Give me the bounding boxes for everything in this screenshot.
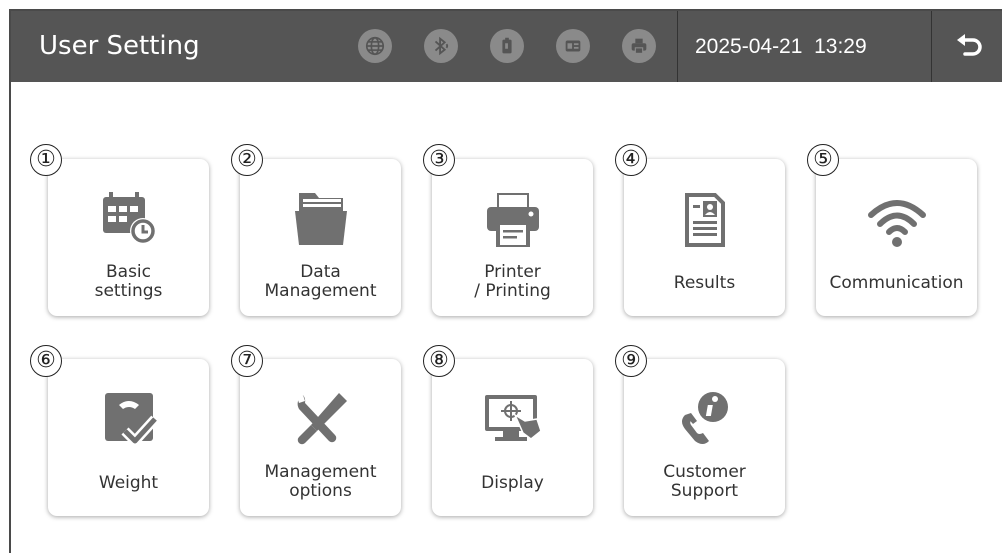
tile-number: ⑤ [807,144,839,176]
tile-number: ⑧ [423,345,455,377]
tile-label: Weight [98,473,159,493]
tile-customer-support[interactable]: Customer Support [624,359,785,516]
tile-number: ③ [423,144,455,176]
tile-data-management[interactable]: Data Management [240,159,401,316]
tile-label: Support [670,481,739,501]
tile-label: Data [300,262,341,282]
tile-number: ⑦ [231,345,263,377]
tile-printer-printing[interactable]: Printer / Printing [432,159,593,316]
card-reader-icon [556,29,590,63]
tile-communication[interactable]: Communication [816,159,977,316]
tile-label: options [289,481,352,501]
bluetooth-icon [424,29,458,63]
scale-check-icon [104,393,159,446]
tile-label: Results [673,273,736,293]
tile-label: Customer [663,462,746,482]
tile-number: ⑥ [30,345,62,377]
document-icon [684,193,725,247]
tools-icon [296,393,347,445]
tile-label: Display [481,473,544,493]
datetime: 2025-04-21 13:29 [695,11,867,82]
tile-basic-settings[interactable]: Basic settings [48,159,209,316]
tile-results[interactable]: Results [624,159,785,316]
globe-icon [358,29,392,63]
calendar-clock-icon [102,192,156,244]
time-text: 13:29 [814,35,867,58]
page-title: User Setting [39,31,200,61]
tile-number: ⑨ [615,345,647,377]
tile-label: / Printing [474,281,551,301]
wifi-icon [867,200,926,247]
tile-label: Management [264,462,377,482]
usb-device-icon [490,29,524,63]
phone-info-icon [681,392,728,444]
tile-label: Management [264,281,377,301]
header-divider [677,11,678,82]
tile-display[interactable]: Display [432,359,593,516]
header-bar: User Setting 2025-04-21 13:29 [11,11,1002,82]
tile-management-options[interactable]: Management options [240,359,401,516]
date-text: 2025-04-21 [695,35,803,58]
tile-label: Communication [829,273,964,293]
tile-number: ① [30,144,62,176]
tile-label: Basic [105,262,151,282]
tile-number: ④ [615,144,647,176]
folder-icon [294,193,347,245]
touch-monitor-icon [484,395,542,441]
tile-weight[interactable]: Weight [48,359,209,516]
header-divider [931,11,932,82]
tile-label: settings [94,281,163,301]
printer-icon [622,29,656,63]
screen-frame: User Setting 2025-04-21 13:29 Basic sett… [9,9,1002,553]
tile-label: Printer [484,262,541,282]
tile-number: ② [231,144,263,176]
back-button[interactable] [951,29,987,65]
return-arrow-icon [957,34,982,56]
printer-icon [486,193,539,247]
